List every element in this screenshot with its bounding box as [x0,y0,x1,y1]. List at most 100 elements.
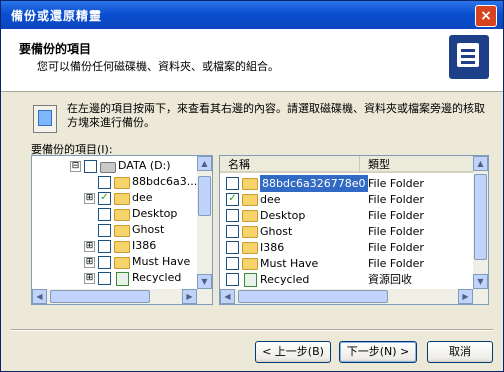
tree-horizontal-scrollbar[interactable]: ◀ ▶ [32,289,212,304]
tree-item-label: dee [132,191,153,204]
list-item[interactable]: Ghost File Folder [220,223,472,240]
window-title: 備份或還原精靈 [11,9,103,23]
list-item[interactable]: Recycled 資源回收 [220,271,472,288]
scroll-up-icon[interactable]: ▲ [473,156,488,171]
tree-item-label: 88bdc6a3... [132,175,198,188]
folder-icon [242,210,258,222]
checkbox[interactable] [84,160,97,173]
tree-item-label: Ghost [132,223,165,236]
backup-wizard-window: 備份或還原精靈 × 要備份的項目 您可以備份任何磁碟機、資料夾、或檔案的組合。 … [0,0,504,372]
scroll-right-icon[interactable]: ▶ [458,289,473,304]
folder-icon [242,178,258,190]
scroll-left-icon[interactable]: ◀ [220,289,235,304]
checkbox[interactable] [226,257,239,270]
list-item[interactable]: I386 File Folder [220,239,472,256]
scroll-thumb[interactable] [238,290,388,303]
checkbox[interactable]: ✓ [226,193,239,206]
scroll-up-icon[interactable]: ▲ [197,156,212,171]
info-icon [33,105,57,133]
checkbox[interactable] [98,176,111,189]
file-name: Recycled [260,273,310,286]
file-list[interactable]: 名稱 類型 88bdc6a326778e0 File Folder ✓ dee File… [219,155,489,305]
checkbox[interactable] [98,208,111,221]
page-title: 要備份的項目 [19,42,92,56]
expand-toggle-icon[interactable]: ⊞ [84,193,95,204]
instructions-text: 在左邊的項目按兩下，來查看其右邊的內容。請選取磁碟機、資料夾或檔案旁邊的核取方塊… [67,102,485,129]
scroll-right-icon[interactable]: ▶ [182,289,197,304]
folder-icon [114,209,130,221]
list-horizontal-scrollbar[interactable]: ◀ ▶ [220,289,488,304]
file-name: Desktop [260,209,306,222]
expand-toggle-icon[interactable]: ⊟ [70,161,81,172]
checkbox[interactable] [226,273,239,286]
list-vertical-scrollbar[interactable]: ▲ ▼ [473,156,488,289]
scroll-thumb[interactable] [198,176,211,216]
folder-tree[interactable]: ⊟ DATA (D:) 88bdc6a3... ⊞ ✓ dee Desktop Ghost ⊞ I… [31,155,213,305]
folder-icon [242,226,258,238]
list-item[interactable]: Must Have File Folder [220,255,472,272]
file-type: File Folder [368,177,424,190]
tree-item[interactable]: ⊞ I386 [32,238,196,254]
tree-item-label: Must Have [132,255,191,268]
file-name: 88bdc6a326778e0 [260,175,368,192]
tree-item[interactable]: ⊞ Must Have [32,254,196,270]
expand-toggle-icon[interactable]: ⊞ [84,241,95,252]
next-button[interactable]: 下一步(N) > [339,341,417,363]
tree-item-label: DATA (D:) [118,159,171,172]
file-name: I386 [260,241,285,254]
file-name: Must Have [260,257,319,270]
backup-wizard-icon [449,35,489,79]
checkbox[interactable] [98,224,111,237]
checkbox[interactable] [98,272,111,285]
tree-item[interactable]: 88bdc6a3... [32,174,198,190]
title-bar[interactable]: 備份或還原精靈 × [1,1,503,29]
checkbox[interactable] [98,240,111,253]
file-type: File Folder [368,193,424,206]
scroll-thumb[interactable] [50,290,150,303]
file-type: File Folder [368,241,424,254]
button-divider [11,329,493,331]
close-button[interactable]: × [475,5,497,27]
checkbox[interactable] [226,209,239,222]
folder-icon [114,177,130,189]
checkbox[interactable] [226,177,239,190]
folder-icon [114,241,130,253]
checkbox[interactable] [98,256,111,269]
file-name: dee [260,193,281,206]
list-item[interactable]: 88bdc6a326778e0 File Folder [220,175,472,192]
checkbox[interactable] [226,241,239,254]
back-button[interactable]: < 上一步(B) [255,341,331,363]
scroll-thumb[interactable] [474,174,487,260]
tree-item[interactable]: Desktop [32,206,196,222]
page-subtitle: 您可以備份任何磁碟機、資料夾、或檔案的組合。 [37,60,279,73]
file-type: 資源回收 [368,273,412,286]
folder-icon [114,225,130,237]
tree-item[interactable]: ⊞ ✓ dee [32,190,196,206]
tree-vertical-scrollbar[interactable]: ▲ ▼ [197,156,212,289]
file-type: File Folder [368,257,424,270]
recycle-bin-icon [244,273,257,287]
tree-item[interactable]: ⊞ Recycled [32,270,196,286]
tree-item[interactable]: Ghost [32,222,196,238]
tree-item-label: Recycled [132,271,182,284]
folder-icon [242,258,258,270]
file-type: File Folder [368,209,424,222]
scroll-down-icon[interactable]: ▼ [197,274,212,289]
folder-icon [242,194,258,206]
drive-icon [100,162,116,173]
column-header-type[interactable]: 類型 [360,156,474,173]
scroll-left-icon[interactable]: ◀ [32,289,47,304]
tree-item-label: I386 [132,239,157,252]
expand-toggle-icon[interactable]: ⊞ [84,257,95,268]
list-item[interactable]: ✓ dee File Folder [220,191,472,208]
checkbox[interactable] [226,225,239,238]
column-header-name[interactable]: 名稱 [220,156,360,173]
expand-toggle-icon[interactable]: ⊞ [84,273,95,284]
tree-item[interactable]: ⊟ DATA (D:) [32,158,196,174]
list-item[interactable]: Desktop File Folder [220,207,472,224]
folder-icon [242,242,258,254]
checkbox[interactable]: ✓ [98,192,111,205]
scroll-down-icon[interactable]: ▼ [473,274,488,289]
cancel-button[interactable]: 取消 [427,341,493,363]
wizard-header: 要備份的項目 您可以備份任何磁碟機、資料夾、或檔案的組合。 [1,29,503,92]
